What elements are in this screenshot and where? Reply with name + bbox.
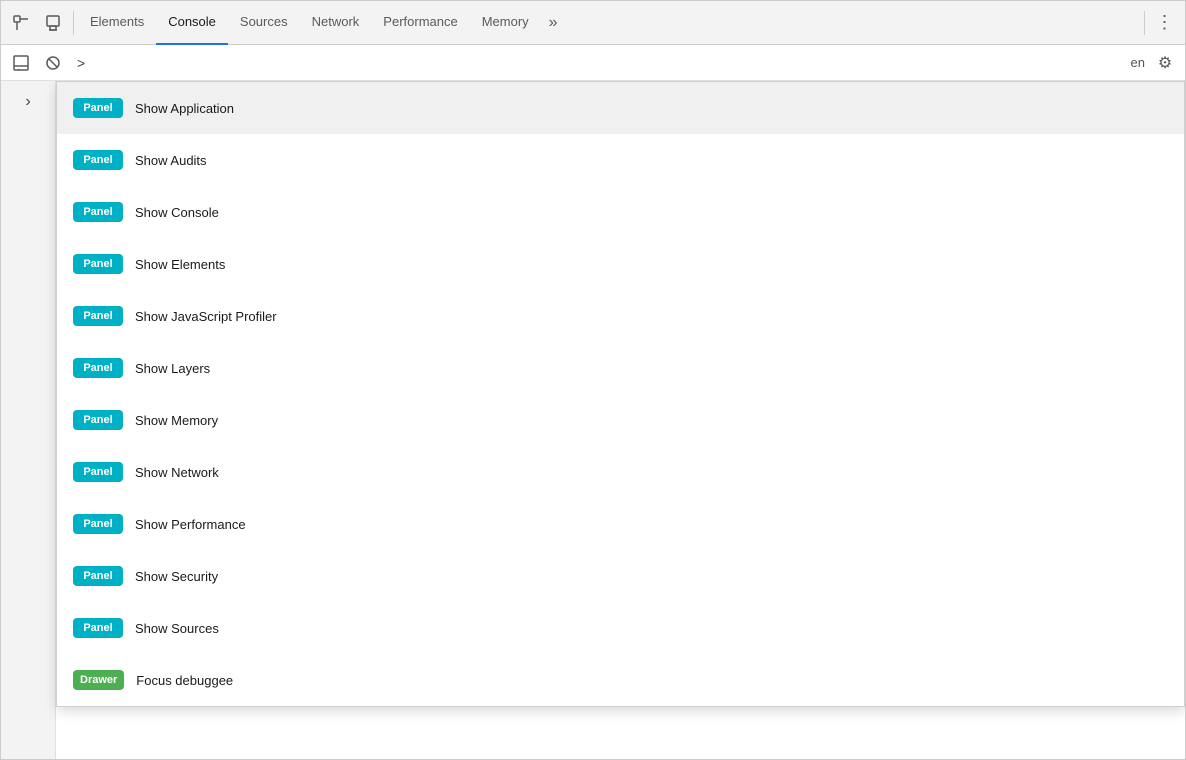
panel-badge: Panel	[73, 462, 123, 482]
main-area: › Panel Show Application Panel Show Audi…	[1, 81, 1185, 759]
toolbar-right: ⋮	[1149, 7, 1181, 39]
list-item[interactable]: Panel Show Audits	[57, 134, 1184, 186]
prompt-chevron: >	[77, 55, 85, 71]
console-filter-label: en	[1131, 55, 1145, 70]
drawer-badge: Drawer	[73, 670, 124, 690]
console-settings-button[interactable]: ⚙	[1149, 47, 1181, 79]
dropdown-item-label: Show Elements	[135, 257, 225, 272]
console-input-area[interactable]: >	[69, 55, 1131, 71]
dropdown-item-label: Show Console	[135, 205, 219, 220]
tab-performance[interactable]: Performance	[371, 1, 469, 45]
drawer-toggle-button[interactable]	[5, 47, 37, 79]
list-item[interactable]: Panel Show Network	[57, 446, 1184, 498]
three-dots-menu-button[interactable]: ⋮	[1149, 7, 1181, 39]
dropdown-item-label: Show Security	[135, 569, 218, 584]
panel-badge: Panel	[73, 306, 123, 326]
tab-sources[interactable]: Sources	[228, 1, 300, 45]
panel-badge: Panel	[73, 514, 123, 534]
top-toolbar: Elements Console Sources Network Perform…	[1, 1, 1185, 45]
content-area: Panel Show Application Panel Show Audits…	[56, 81, 1185, 759]
command-dropdown: Panel Show Application Panel Show Audits…	[56, 81, 1185, 707]
dropdown-item-label: Show Network	[135, 465, 219, 480]
list-item[interactable]: Panel Show Elements	[57, 238, 1184, 290]
panel-badge: Panel	[73, 566, 123, 586]
panel-badge: Panel	[73, 98, 123, 118]
toolbar-divider-1	[73, 11, 74, 35]
list-item[interactable]: Panel Show Sources	[57, 602, 1184, 654]
list-item[interactable]: Panel Show Performance	[57, 498, 1184, 550]
panel-badge: Panel	[73, 410, 123, 430]
gear-icon: ⚙	[1158, 53, 1172, 73]
dropdown-item-label: Show Audits	[135, 153, 207, 168]
dropdown-item-label: Show JavaScript Profiler	[135, 309, 277, 324]
list-item[interactable]: Panel Show JavaScript Profiler	[57, 290, 1184, 342]
panel-badge: Panel	[73, 618, 123, 638]
list-item[interactable]: Panel Show Layers	[57, 342, 1184, 394]
console-toolbar: > en ⚙	[1, 45, 1185, 81]
panel-badge: Panel	[73, 202, 123, 222]
panel-badge: Panel	[73, 150, 123, 170]
inspect-element-button[interactable]	[5, 7, 37, 39]
tab-network[interactable]: Network	[300, 1, 372, 45]
dropdown-item-label: Show Sources	[135, 621, 219, 636]
list-item[interactable]: Panel Show Application	[57, 82, 1184, 134]
tab-elements[interactable]: Elements	[78, 1, 156, 45]
list-item[interactable]: Drawer Focus debuggee	[57, 654, 1184, 706]
expand-sidebar-button[interactable]: ›	[21, 89, 34, 115]
devtools-window: Elements Console Sources Network Perform…	[0, 0, 1186, 760]
dropdown-item-label: Show Memory	[135, 413, 218, 428]
clear-console-button[interactable]	[37, 47, 69, 79]
tab-more-button[interactable]: »	[541, 1, 566, 45]
tab-console[interactable]: Console	[156, 1, 228, 45]
tab-memory[interactable]: Memory	[470, 1, 541, 45]
list-item[interactable]: Panel Show Security	[57, 550, 1184, 602]
left-sidebar: ›	[1, 81, 56, 759]
dropdown-item-label: Focus debuggee	[136, 673, 233, 688]
dropdown-item-label: Show Performance	[135, 517, 246, 532]
device-toggle-button[interactable]	[37, 7, 69, 39]
list-item[interactable]: Panel Show Memory	[57, 394, 1184, 446]
panel-badge: Panel	[73, 254, 123, 274]
dropdown-item-label: Show Layers	[135, 361, 210, 376]
dots-icon: ⋮	[1156, 12, 1175, 33]
tab-list: Elements Console Sources Network Perform…	[78, 1, 1140, 45]
list-item[interactable]: Panel Show Console	[57, 186, 1184, 238]
dropdown-item-label: Show Application	[135, 101, 234, 116]
toolbar-divider-2	[1144, 11, 1145, 35]
panel-badge: Panel	[73, 358, 123, 378]
